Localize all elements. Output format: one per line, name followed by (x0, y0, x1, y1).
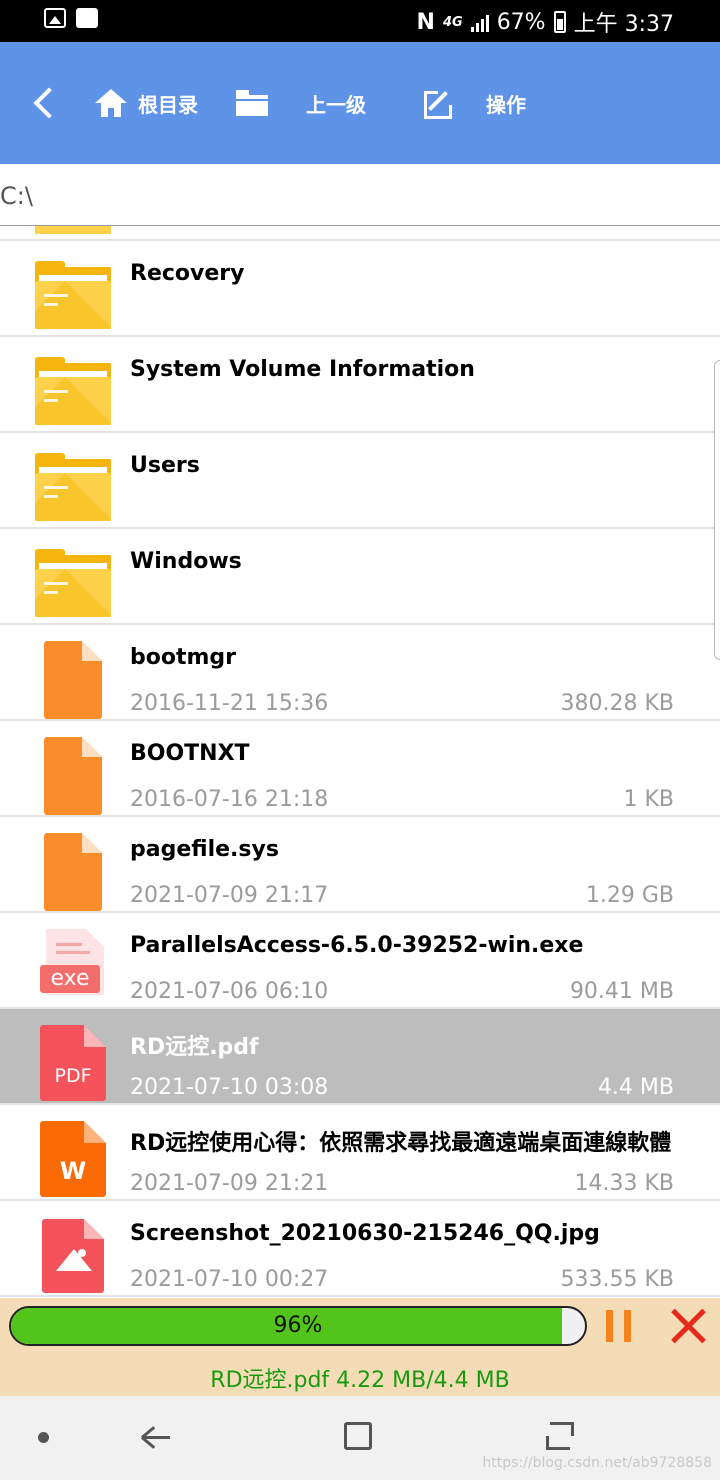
file-icon (44, 737, 102, 815)
network-type: 4G (442, 14, 463, 30)
clock: 上午 3:37 (573, 12, 674, 37)
file-date: 2021-07-09 21:21 (130, 1171, 329, 1196)
current-path: C:\ (0, 182, 33, 210)
file-date: 2016-11-21 15:36 (130, 691, 329, 716)
file-name: bootmgr (130, 645, 237, 670)
root-label: 根目录 (138, 92, 198, 117)
folder-icon (236, 90, 268, 116)
dot-icon[interactable] (38, 1432, 49, 1443)
exe-icon-label: exe (40, 965, 100, 993)
action-label: 操作 (486, 92, 526, 117)
file-date: 2021-07-10 00:27 (130, 1267, 329, 1292)
download-status: RD远控.pdf 4.22 MB/4.4 MB (210, 1368, 510, 1393)
list-item[interactable]: BOOTNXT 2016-07-16 21:18 1 KB (0, 721, 720, 817)
image-file-icon (42, 1219, 104, 1293)
list-item[interactable]: bootmgr 2016-11-21 15:36 380.28 KB (0, 625, 720, 721)
list-item[interactable]: W RD远控使用心得：依照需求尋找最適遠端桌面連線軟體 2021-07-09 2… (0, 1105, 720, 1201)
file-name: Recovery (130, 261, 245, 286)
list-item[interactable]: System Volume Information (0, 337, 720, 433)
file-size: 380.28 KB (560, 691, 675, 716)
nav-home-button[interactable] (344, 1422, 372, 1450)
file-name: RD远控.pdf (130, 1035, 259, 1060)
file-date: 2016-07-16 21:18 (130, 787, 329, 812)
word-icon-label: W (59, 1157, 87, 1185)
file-name: System Volume Information (130, 357, 475, 382)
gallery-icon (44, 8, 66, 28)
signal-icon (470, 12, 489, 32)
file-icon (44, 641, 102, 719)
edge-panel-handle[interactable] (714, 360, 720, 660)
list-item[interactable]: Recovery (0, 241, 720, 337)
wifi-icon (76, 8, 98, 28)
list-item-selected[interactable]: PDF RD远控.pdf 2021-07-10 03:08 4.4 MB (0, 1009, 720, 1105)
file-date: 2021-07-06 06:10 (130, 979, 329, 1004)
file-size: 1.29 GB (585, 883, 674, 908)
list-item[interactable]: Users (0, 433, 720, 529)
cancel-download-button[interactable] (670, 1308, 706, 1344)
back-button[interactable] (33, 42, 65, 164)
action-button[interactable]: 操作 (424, 42, 526, 164)
list-item[interactable]: pagefile.sys 2021-07-09 21:17 1.29 GB (0, 817, 720, 913)
folder-icon (35, 453, 111, 523)
nfc-icon: N (416, 9, 435, 35)
battery-percent: 67% (496, 9, 546, 35)
file-date: 2021-07-10 03:08 (130, 1075, 329, 1100)
file-list[interactable]: Recovery System Volume Information Users… (0, 226, 720, 1298)
folder-icon (35, 226, 111, 234)
pdf-file-icon: PDF (40, 1025, 106, 1103)
file-name: ParallelsAccess-6.5.0-39252-win.exe (130, 933, 584, 958)
folder-icon (35, 261, 111, 331)
folder-icon (35, 549, 111, 619)
file-name: BOOTNXT (130, 741, 250, 766)
nav-back-button[interactable] (140, 1422, 172, 1452)
pause-button[interactable] (604, 1310, 634, 1342)
parent-dir-button[interactable]: 上一级 (236, 42, 366, 164)
file-name: pagefile.sys (130, 837, 279, 862)
file-name: Windows (130, 549, 242, 574)
progress-label: 96% (273, 1313, 323, 1338)
list-item[interactable]: Screenshot_20210630-215246_QQ.jpg 2021-0… (0, 1201, 720, 1297)
status-bar: N 4G 67% 上午 3:37 (0, 0, 720, 42)
parent-dir-label: 上一级 (306, 92, 366, 117)
download-bar: 96% RD远控.pdf 4.22 MB/4.4 MB (0, 1298, 720, 1396)
file-size: 90.41 MB (569, 979, 674, 1004)
toolbar: 根目录 上一级 操作 (0, 42, 720, 164)
nav-recent-apps-button[interactable] (546, 1422, 576, 1450)
list-item[interactable]: Windows (0, 529, 720, 625)
edit-icon (424, 87, 456, 119)
word-file-icon: W (40, 1121, 106, 1199)
list-item[interactable]: exe ParallelsAccess-6.5.0-39252-win.exe … (0, 913, 720, 1009)
root-button[interactable]: 根目录 (95, 42, 198, 164)
file-name: Users (130, 453, 200, 478)
watermark: https://blog.csdn.net/ab9728858 (482, 1455, 712, 1471)
file-icon (44, 833, 102, 911)
pdf-icon-label: PDF (54, 1065, 92, 1087)
file-date: 2021-07-09 21:17 (130, 883, 329, 908)
file-name: Screenshot_20210630-215246_QQ.jpg (130, 1221, 600, 1246)
home-icon (95, 89, 127, 117)
file-name: RD远控使用心得：依照需求尋找最適遠端桌面連線軟體 (130, 1131, 672, 1156)
exe-file-icon: exe (40, 929, 106, 1007)
path-bar[interactable]: C:\ (0, 164, 720, 226)
file-size: 14.33 KB (574, 1171, 675, 1196)
folder-icon (35, 357, 111, 427)
file-size: 1 KB (623, 787, 674, 812)
download-progress-bar: 96% (9, 1306, 587, 1346)
file-size: 533.55 KB (560, 1267, 675, 1292)
back-chevron-icon (33, 87, 65, 119)
battery-icon (553, 11, 566, 33)
file-size: 4.4 MB (597, 1075, 674, 1100)
